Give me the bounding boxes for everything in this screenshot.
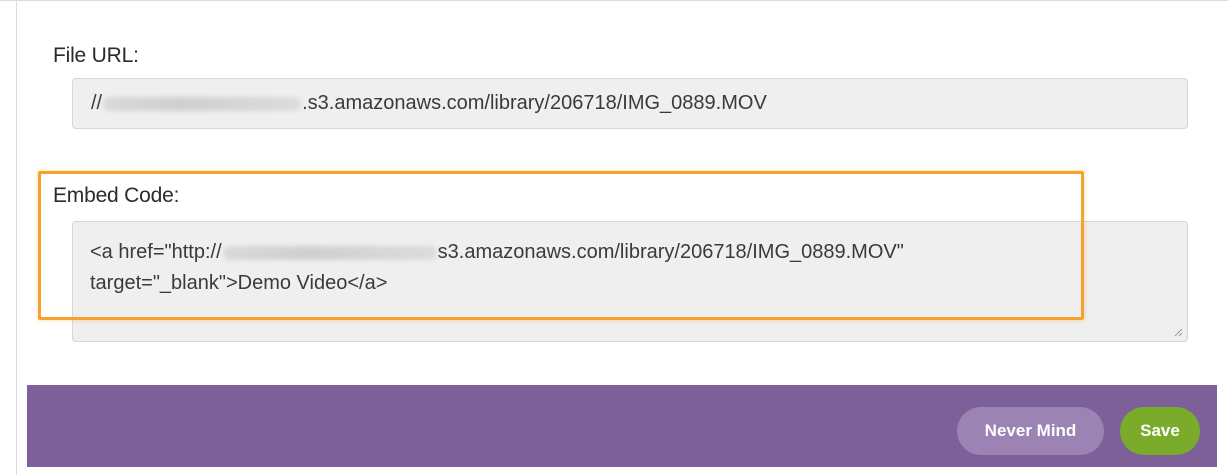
embed-code-highlight [38, 171, 1084, 320]
file-url-prefix: // [91, 92, 103, 114]
save-button[interactable]: Save [1120, 407, 1200, 455]
file-url-label: File URL: [53, 44, 139, 67]
file-url-suffix: .s3.amazonaws.com/library/206718/IMG_088… [302, 92, 767, 114]
redacted-hostname [103, 96, 302, 111]
resize-grip-icon[interactable] [1174, 328, 1183, 337]
frame-top-border [0, 0, 1228, 1]
modal-footer: Never Mind Save [27, 385, 1217, 467]
file-url-field[interactable]: // .s3.amazonaws.com/library/206718/IMG_0… [72, 78, 1188, 129]
frame-left-border [16, 0, 17, 475]
never-mind-button[interactable]: Never Mind [957, 407, 1104, 455]
